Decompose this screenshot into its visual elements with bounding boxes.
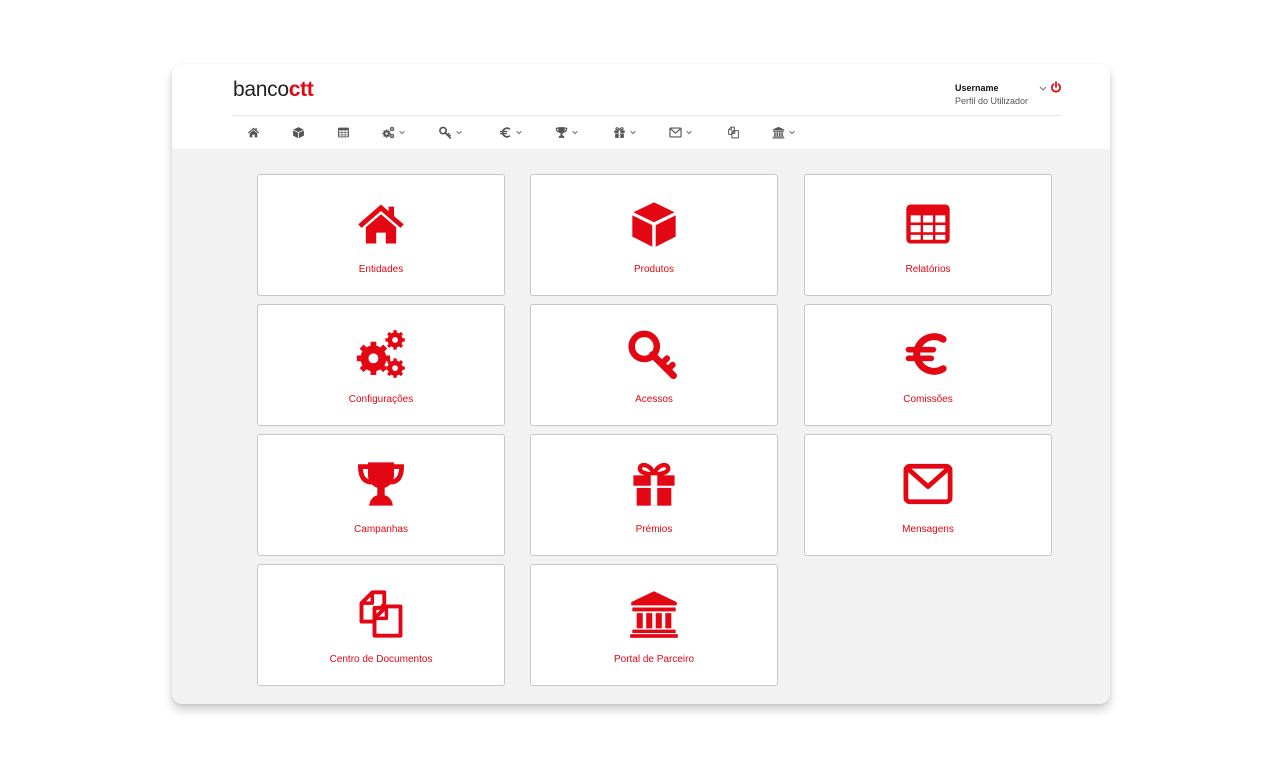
logo-suffix: ctt [288,78,314,101]
home-icon [247,127,260,137]
cube-icon [626,199,682,249]
home-icon [353,199,409,249]
tile-acessos[interactable]: Acessos [530,304,778,426]
tile-comissoes[interactable]: Comissões [804,304,1052,426]
chevron-down-icon [516,130,522,135]
trophy-icon [555,126,568,138]
username-label: Username [955,83,999,93]
power-icon[interactable] [1050,81,1062,93]
tile-label: Portal de Parceiro [613,654,695,665]
tile-entidades[interactable]: Entidades [257,174,505,296]
cube-icon [293,126,304,138]
nav-item-partner-portal[interactable] [772,122,796,142]
table-icon [338,127,349,137]
chevron-down-icon [456,130,462,135]
gears-icon [382,126,395,138]
chevron-down-icon[interactable] [1038,83,1048,93]
table-icon [906,204,950,244]
trophy-icon [358,462,404,506]
chevron-down-icon [399,130,405,135]
euro-icon [499,126,511,138]
tile-label: Configurações [348,394,414,405]
tile-produtos[interactable]: Produtos [530,174,778,296]
key-icon [439,126,452,139]
envelope-icon [900,459,956,509]
gift-icon [626,459,682,509]
chevron-down-icon [572,130,578,135]
chevron-down-icon [789,130,795,135]
header-bar: bancoctt Username Perfil do Utilizador [172,64,1110,149]
documents-icon [353,589,409,639]
tile-label: Prémios [635,524,673,535]
gears-icon [356,330,405,378]
gift-icon [614,126,625,138]
key-icon [626,329,682,380]
euro-icon [905,333,947,375]
bank-icon [772,126,785,138]
tile-configuracoes[interactable]: Configurações [257,304,505,426]
tile-relatorios[interactable]: Relatórios [804,174,1052,296]
chevron-down-icon [630,130,636,135]
tile-label: Entidades [358,264,404,275]
tile-portal-parceiro[interactable]: Portal de Parceiro [530,564,778,686]
nav-item-products[interactable] [292,122,305,142]
bank-icon [626,589,682,639]
app-window: bancoctt Username Perfil do Utilizador E… [172,64,1110,704]
documents-icon [359,590,403,638]
tile-centro-documentos[interactable]: Centro de Documentos [257,564,505,686]
tile-label: Mensagens [902,524,954,535]
tile-campanhas[interactable]: Campanhas [257,434,505,556]
nav-item-reports[interactable] [337,122,350,142]
chevron-down-icon [686,130,692,135]
gift-icon [633,462,675,506]
trophy-icon [353,459,409,509]
nav-item-messages[interactable] [669,122,693,142]
euro-icon [900,329,956,379]
nav-item-access[interactable] [439,122,463,142]
tile-label: Produtos [633,264,675,275]
tile-label: Acessos [635,394,673,405]
logo-prefix: banco [233,78,289,101]
header-divider [233,115,1062,116]
table-icon [900,199,956,249]
tile-label: Comissões [903,394,953,405]
bancoctt-logo[interactable]: bancoctt [233,78,314,102]
key-icon [628,330,677,380]
envelope-icon [669,126,682,138]
tile-label: Relatórios [905,264,951,275]
nav-item-documents[interactable] [727,122,740,142]
envelope-icon [903,463,953,505]
nav-item-settings[interactable] [382,122,406,142]
tile-premios[interactable]: Prémios [530,434,778,556]
user-menu[interactable]: Username Perfil do Utilizador [955,83,1028,106]
bank-icon [630,591,678,638]
cube-icon [632,202,676,247]
nav-item-home[interactable] [247,122,260,142]
documents-icon [728,126,739,138]
tile-label: Centro de Documentos [329,654,433,665]
tile-mensagens[interactable]: Mensagens [804,434,1052,556]
gears-icon [353,329,409,379]
user-profile-label: Perfil do Utilizador [955,96,1029,106]
tile-label: Campanhas [354,524,408,535]
nav-item-campaigns[interactable] [555,122,579,142]
nav-item-commissions[interactable] [499,122,523,142]
nav-item-prizes[interactable] [613,122,637,142]
home-icon [358,204,404,244]
